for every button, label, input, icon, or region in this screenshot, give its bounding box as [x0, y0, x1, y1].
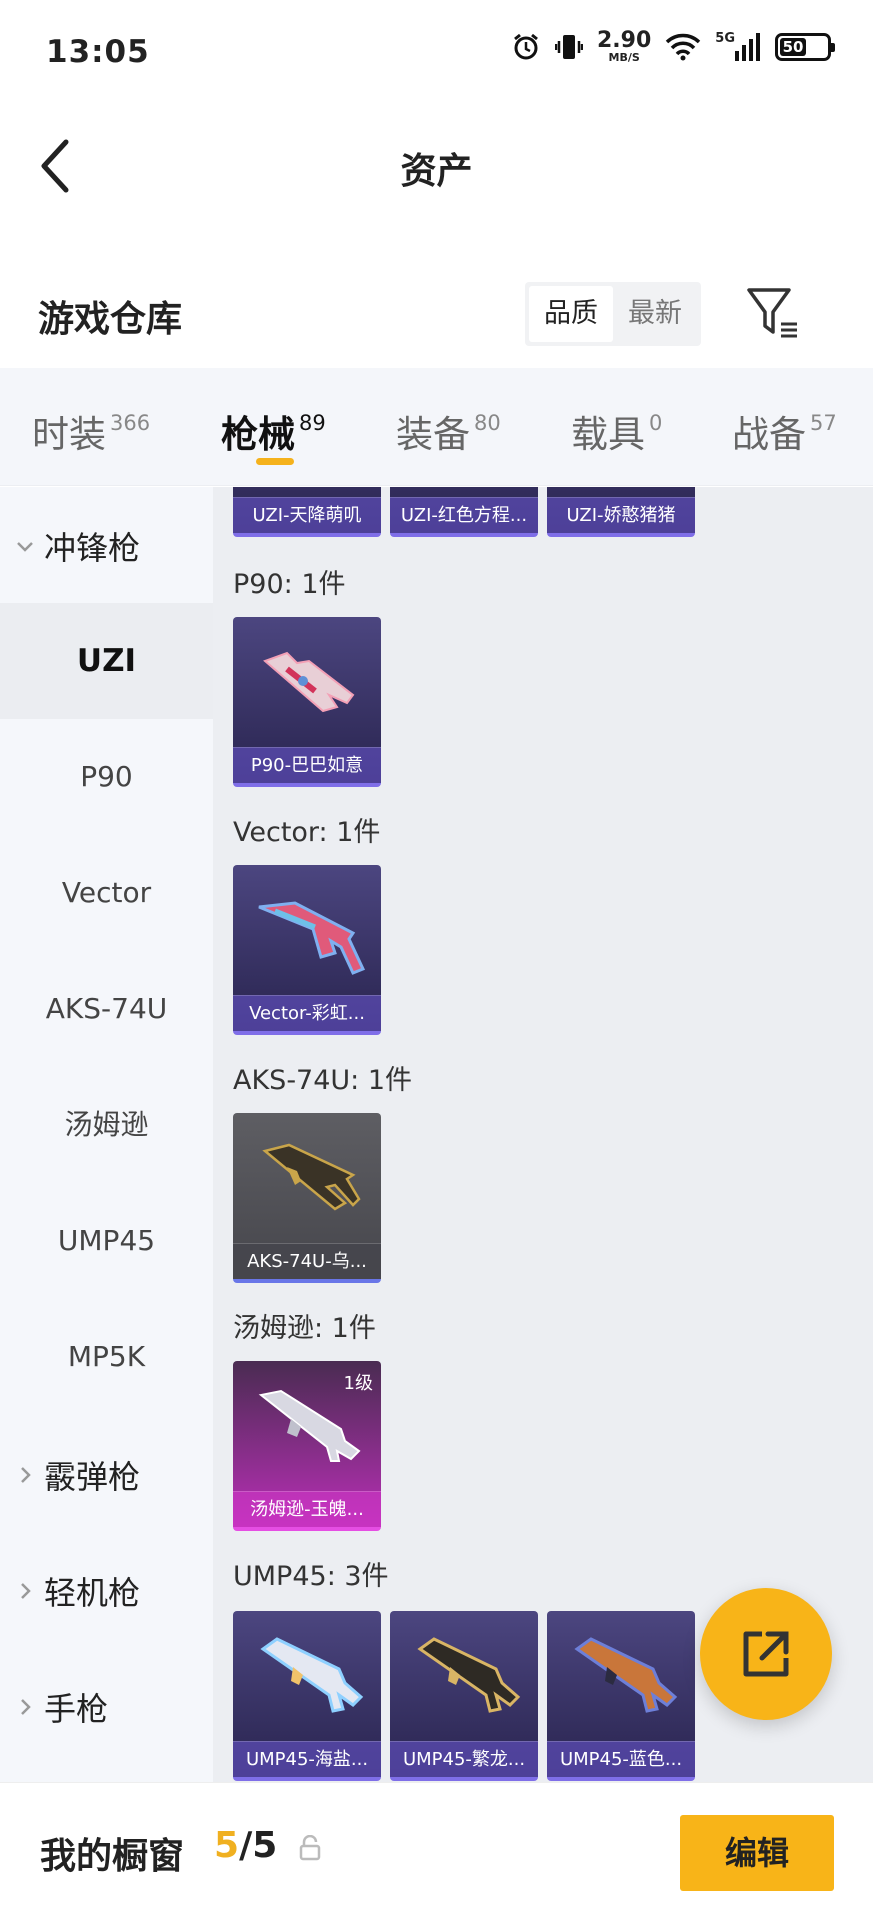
- tab-supplies[interactable]: 战备 57: [732, 404, 837, 458]
- p90-skin-icon: [263, 651, 355, 713]
- sort-toggle: 品质 最新: [525, 282, 701, 346]
- weapon-card[interactable]: UZI-娇憨猪猪: [547, 487, 695, 537]
- weapon-card[interactable]: UMP45-繁龙...: [390, 1611, 538, 1781]
- signal-type: 5G: [715, 31, 735, 46]
- status-bar: 13:05 2.90 MB/S 5G 50: [0, 0, 873, 100]
- tab-firearms[interactable]: 枪械 89: [221, 404, 326, 458]
- warehouse-bar: 游戏仓库 品质 最新: [0, 270, 873, 366]
- weapon-card[interactable]: 1级 汤姆逊-玉魄...: [233, 1361, 381, 1531]
- ump45-skin-icon: [417, 1637, 521, 1713]
- group-title-p90: P90: 1件: [233, 569, 346, 600]
- sidebar-item-p90[interactable]: P90: [0, 719, 213, 835]
- lock-icon: [299, 1835, 321, 1861]
- wifi-icon: [666, 33, 701, 60]
- filter-icon[interactable]: [745, 284, 801, 342]
- showcase-bar: 我的橱窗 5/5 编辑: [0, 1782, 873, 1920]
- tab-equipment[interactable]: 装备 80: [396, 404, 501, 458]
- weapon-card[interactable]: UZI-天降萌叽: [233, 487, 381, 537]
- weapon-card[interactable]: AKS-74U-乌...: [233, 1113, 381, 1283]
- sidebar-category-pistol[interactable]: 手枪: [14, 1684, 108, 1730]
- ump45-skin-icon: [260, 1637, 364, 1713]
- network-speed: 2.90 MB/S: [597, 28, 652, 64]
- warehouse-title: 游戏仓库: [38, 299, 183, 340]
- external-link-icon: [743, 1631, 789, 1677]
- alarm-icon: [514, 33, 538, 59]
- sidebar-category-smg[interactable]: 冲锋枪: [14, 523, 140, 569]
- weapon-card[interactable]: UMP45-海盐...: [233, 1611, 381, 1781]
- weapon-card[interactable]: UZI-红色方程...: [390, 487, 538, 537]
- group-title-aks74u: AKS-74U: 1件: [233, 1065, 413, 1096]
- showcase-label: 我的橱窗: [40, 1836, 185, 1877]
- chevron-right-icon: [21, 1583, 31, 1599]
- thompson-skin-icon: [258, 1389, 361, 1462]
- chevron-right-icon: [21, 1699, 31, 1715]
- chevron-right-icon: [21, 1467, 31, 1483]
- aks74u-skin-icon: [262, 1143, 361, 1211]
- showcase-count: 5/5: [214, 1825, 278, 1866]
- signal-icon: [735, 32, 760, 61]
- chevron-down-icon: [17, 542, 33, 552]
- tab-vehicles[interactable]: 载具 0: [571, 404, 662, 458]
- sidebar-item-ump45[interactable]: UMP45: [0, 1183, 213, 1299]
- vector-skin-icon: [258, 901, 366, 975]
- sidebar-category-shotgun[interactable]: 霰弹枪: [14, 1452, 140, 1498]
- category-tabs: 时装 366 枪械 89 装备 80 载具 0 战备 57: [0, 368, 873, 486]
- sidebar-item-uzi[interactable]: UZI: [0, 603, 213, 719]
- share-button[interactable]: [700, 1588, 832, 1720]
- group-title-vector: Vector: 1件: [233, 817, 381, 848]
- sidebar-item-vector[interactable]: Vector: [0, 835, 213, 951]
- sort-latest-button[interactable]: 最新: [613, 286, 697, 342]
- clock: 13:05: [46, 34, 150, 70]
- weapon-card[interactable]: UMP45-蓝色...: [547, 1611, 695, 1781]
- sidebar-item-aks74u[interactable]: AKS-74U: [0, 951, 213, 1067]
- weapon-sidebar: 冲锋枪 UZI P90 Vector AKS-74U 汤姆逊 UMP45 MP5…: [0, 487, 213, 1782]
- tab-fashion[interactable]: 时装 366: [32, 404, 150, 458]
- edit-button[interactable]: 编辑: [680, 1815, 834, 1891]
- sidebar-category-lmg[interactable]: 轻机枪: [14, 1568, 140, 1614]
- vibrate-icon: [555, 34, 583, 59]
- active-tab-indicator: [256, 458, 294, 465]
- weapon-card[interactable]: P90-巴巴如意: [233, 617, 381, 787]
- sort-quality-button[interactable]: 品质: [529, 286, 613, 342]
- sidebar-item-thompson[interactable]: 汤姆逊: [0, 1067, 213, 1183]
- weapon-card[interactable]: Vector-彩虹...: [233, 865, 381, 1035]
- ump45-skin-icon: [574, 1637, 678, 1713]
- page-title: 资产: [400, 151, 473, 192]
- group-title-thompson: 汤姆逊: 1件: [233, 1313, 376, 1344]
- group-title-ump45: UMP45: 3件: [233, 1561, 389, 1592]
- battery-icon: 50: [775, 32, 835, 61]
- status-icons: 2.90 MB/S 5G 50: [511, 28, 835, 64]
- app-header: 资产: [0, 100, 873, 230]
- sidebar-item-mp5k[interactable]: MP5K: [0, 1299, 213, 1415]
